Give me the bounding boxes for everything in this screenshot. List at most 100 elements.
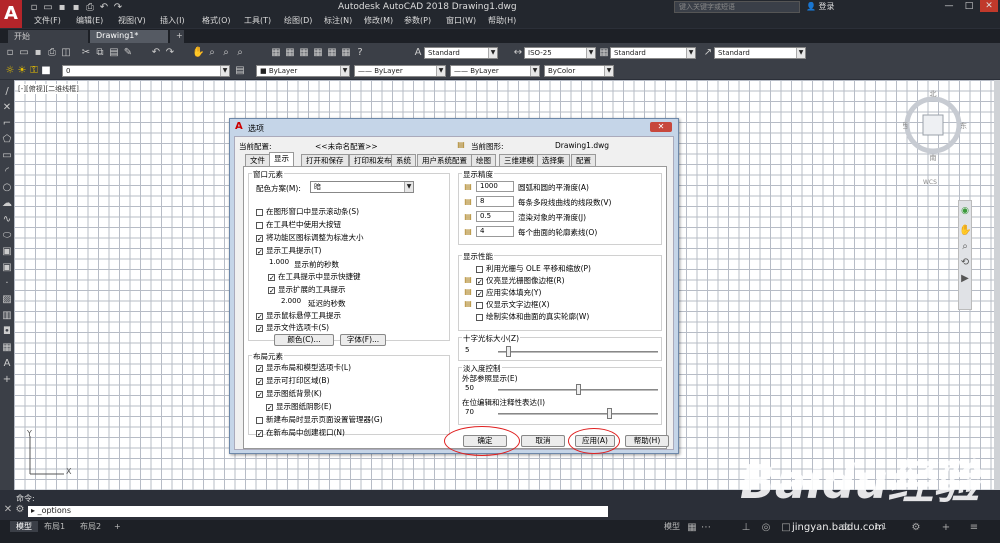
save-icon[interactable]: ▪ — [56, 2, 68, 14]
lineweight-select[interactable]: —— ByLayer ▼ — [450, 65, 540, 77]
new-tab-button[interactable]: + — [170, 30, 184, 43]
help-icon[interactable]: ? — [354, 47, 366, 59]
linetype-select[interactable]: —— ByLayer ▼ — [354, 65, 446, 77]
grid-icon[interactable]: ▦ — [686, 522, 698, 534]
insert-block-icon[interactable]: ▣ — [1, 246, 13, 258]
checkbox-paper-shadow[interactable]: ✓ 显示图纸阴影(E) — [266, 402, 332, 411]
table-icon[interactable]: ▦ — [1, 342, 13, 354]
menu-draw[interactable]: 绘图(D) — [284, 15, 312, 26]
search-input[interactable]: 键入关键字或短语 — [674, 1, 800, 13]
checkbox-raster-frame[interactable]: ✓ 仅亮显光栅图像边框(R) — [476, 276, 565, 285]
plus-icon[interactable]: + — [940, 522, 952, 534]
plotstyle-select[interactable]: ByColor ▼ — [544, 65, 614, 77]
checkbox-scrollbars[interactable]: 在图形窗口中显示滚动条(S) — [256, 207, 359, 216]
contour-lines-input[interactable]: 4 — [476, 226, 514, 237]
lightbulb-icon[interactable]: ☼ — [4, 65, 16, 77]
orbit-icon[interactable]: ⟲ — [959, 257, 971, 269]
viewcube[interactable]: 北 南 西 东 WCS — [903, 90, 973, 190]
tab-start[interactable]: 开始 — [8, 30, 88, 43]
checkbox-true-silhouettes[interactable]: 绘制实体和曲面的真实轮廓(W) — [476, 312, 589, 321]
crosshair-slider[interactable] — [498, 351, 658, 353]
make-block-icon[interactable]: ▣ — [1, 262, 13, 274]
tab-selection[interactable]: 选择集 — [537, 154, 570, 166]
pan-icon[interactable]: ✋ — [959, 225, 971, 237]
menu-parametric[interactable]: 参数(P) — [404, 15, 431, 26]
minimize-icon[interactable]: — — [940, 0, 958, 12]
checkbox-raster-ole[interactable]: 利用光栅与 OLE 平移和缩放(P) — [476, 264, 591, 273]
markup-icon[interactable]: ▦ — [326, 47, 338, 59]
cancel-button[interactable]: 取消 — [521, 435, 565, 447]
tab-plot-publish[interactable]: 打印和发布 — [349, 154, 397, 166]
xref-fade-slider-thumb[interactable] — [575, 384, 581, 395]
ext-delay-input[interactable]: 2.000 — [278, 297, 304, 308]
save-icon[interactable]: ▪ — [32, 47, 44, 59]
checkbox-ribbon-icons[interactable]: ✓ 将功能区图标调整为标准大小 — [256, 233, 364, 242]
menu-file[interactable]: 文件(F) — [34, 15, 61, 26]
spline-icon[interactable]: ∿ — [1, 214, 13, 226]
pan-icon[interactable]: ✋ — [192, 47, 204, 59]
workspace-gear-icon[interactable]: ⚙ — [910, 522, 922, 534]
polygon-icon[interactable]: ⬠ — [1, 134, 13, 146]
snap-icon[interactable]: ⋯ — [700, 522, 712, 534]
tooltip-delay-input[interactable]: 1.000 — [266, 258, 292, 269]
mtext-icon[interactable]: A — [1, 358, 13, 370]
tab-drawing1[interactable]: Drawing1* — [90, 30, 168, 43]
menu-window[interactable]: 窗口(W) — [446, 15, 476, 26]
menu-edit[interactable]: 编辑(E) — [76, 15, 103, 26]
arc-smoothness-input[interactable]: 1000 — [476, 181, 514, 192]
checkbox-file-tabs[interactable]: ✓ 显示文件选项卡(S) — [256, 323, 329, 332]
zoom-realtime-icon[interactable]: ⌕ — [206, 47, 218, 59]
checkbox-layout-model-tabs[interactable]: ✓ 显示布局和模型选项卡(L) — [256, 363, 351, 372]
compass-west[interactable]: 西 — [903, 122, 908, 130]
tab-display[interactable]: 显示 — [269, 152, 294, 166]
model-space-button[interactable]: 模型 — [658, 521, 686, 532]
customize-menu-icon[interactable]: ≡ — [968, 522, 980, 534]
tab-3d-modeling[interactable]: 三维建模 — [499, 154, 539, 166]
vertical-scrollbar[interactable] — [994, 80, 1000, 490]
inplace-fade-input[interactable]: 70 — [462, 408, 492, 419]
polyline-segments-input[interactable]: 8 — [476, 196, 514, 207]
menu-tools[interactable]: 工具(T) — [244, 15, 271, 26]
dialog-close-icon[interactable]: ✕ — [650, 122, 672, 132]
hatch-icon[interactable]: ▨ — [1, 294, 13, 306]
menu-help[interactable]: 帮助(H) — [488, 15, 516, 26]
customize-icon[interactable]: ⚙ — [14, 504, 26, 516]
properties-icon[interactable]: ▦ — [270, 47, 282, 59]
sun-icon[interactable]: ☀ — [16, 65, 28, 77]
checkbox-paper-background[interactable]: ✓ 显示图纸背景(K) — [256, 389, 322, 398]
showmotion-icon[interactable]: ▶ — [959, 273, 971, 285]
gradient-icon[interactable]: ▥ — [1, 310, 13, 322]
xref-fade-input[interactable]: 50 — [462, 384, 492, 395]
zoom-window-icon[interactable]: ⌕ — [220, 47, 232, 59]
crosshair-input[interactable]: 5 — [462, 346, 492, 357]
open-icon[interactable]: ▭ — [18, 47, 30, 59]
checkbox-large-buttons[interactable]: 在工具栏中使用大按钮 — [256, 220, 341, 229]
add-selected-icon[interactable]: + — [1, 374, 13, 386]
polyline-icon[interactable]: ⌐ — [1, 118, 13, 130]
tab-open-save[interactable]: 打开和保存 — [301, 154, 349, 166]
wrench-icon[interactable]: ✕ — [2, 504, 14, 516]
viewcube-face[interactable] — [922, 114, 944, 136]
match-prop-icon[interactable]: ✎ — [122, 47, 134, 59]
checkbox-page-setup-manager[interactable]: 新建布局时显示页面设置管理器(G) — [256, 415, 383, 424]
tab-model[interactable]: 模型 — [10, 521, 38, 532]
circle-icon[interactable]: ○ — [1, 182, 13, 194]
xline-icon[interactable]: ✕ — [1, 102, 13, 114]
color-scheme-select[interactable]: 暗 ▼ — [310, 181, 414, 193]
line-icon[interactable]: / — [1, 86, 13, 98]
paste-icon[interactable]: ▤ — [108, 47, 120, 59]
close-icon[interactable]: ✕ — [980, 0, 998, 12]
dim-style-select[interactable]: ISO-25 ▼ — [524, 47, 596, 59]
preview-icon[interactable]: ◫ — [60, 47, 72, 59]
lock-icon[interactable]: ⚿ — [28, 65, 40, 77]
quickcalc-icon[interactable]: ▦ — [340, 47, 352, 59]
add-layout-button[interactable]: + — [108, 521, 127, 532]
tab-user-preferences[interactable]: 用户系统配置 — [417, 154, 472, 166]
zoom-icon[interactable]: ⌕ — [959, 241, 971, 253]
crosshair-slider-thumb[interactable] — [505, 346, 511, 357]
tab-system[interactable]: 系统 — [391, 154, 416, 166]
redo-icon[interactable]: ↷ — [112, 2, 124, 14]
fonts-button[interactable]: 字体(F)... — [340, 334, 386, 346]
rectangle-icon[interactable]: ▭ — [1, 150, 13, 162]
maximize-icon[interactable]: □ — [960, 0, 978, 12]
